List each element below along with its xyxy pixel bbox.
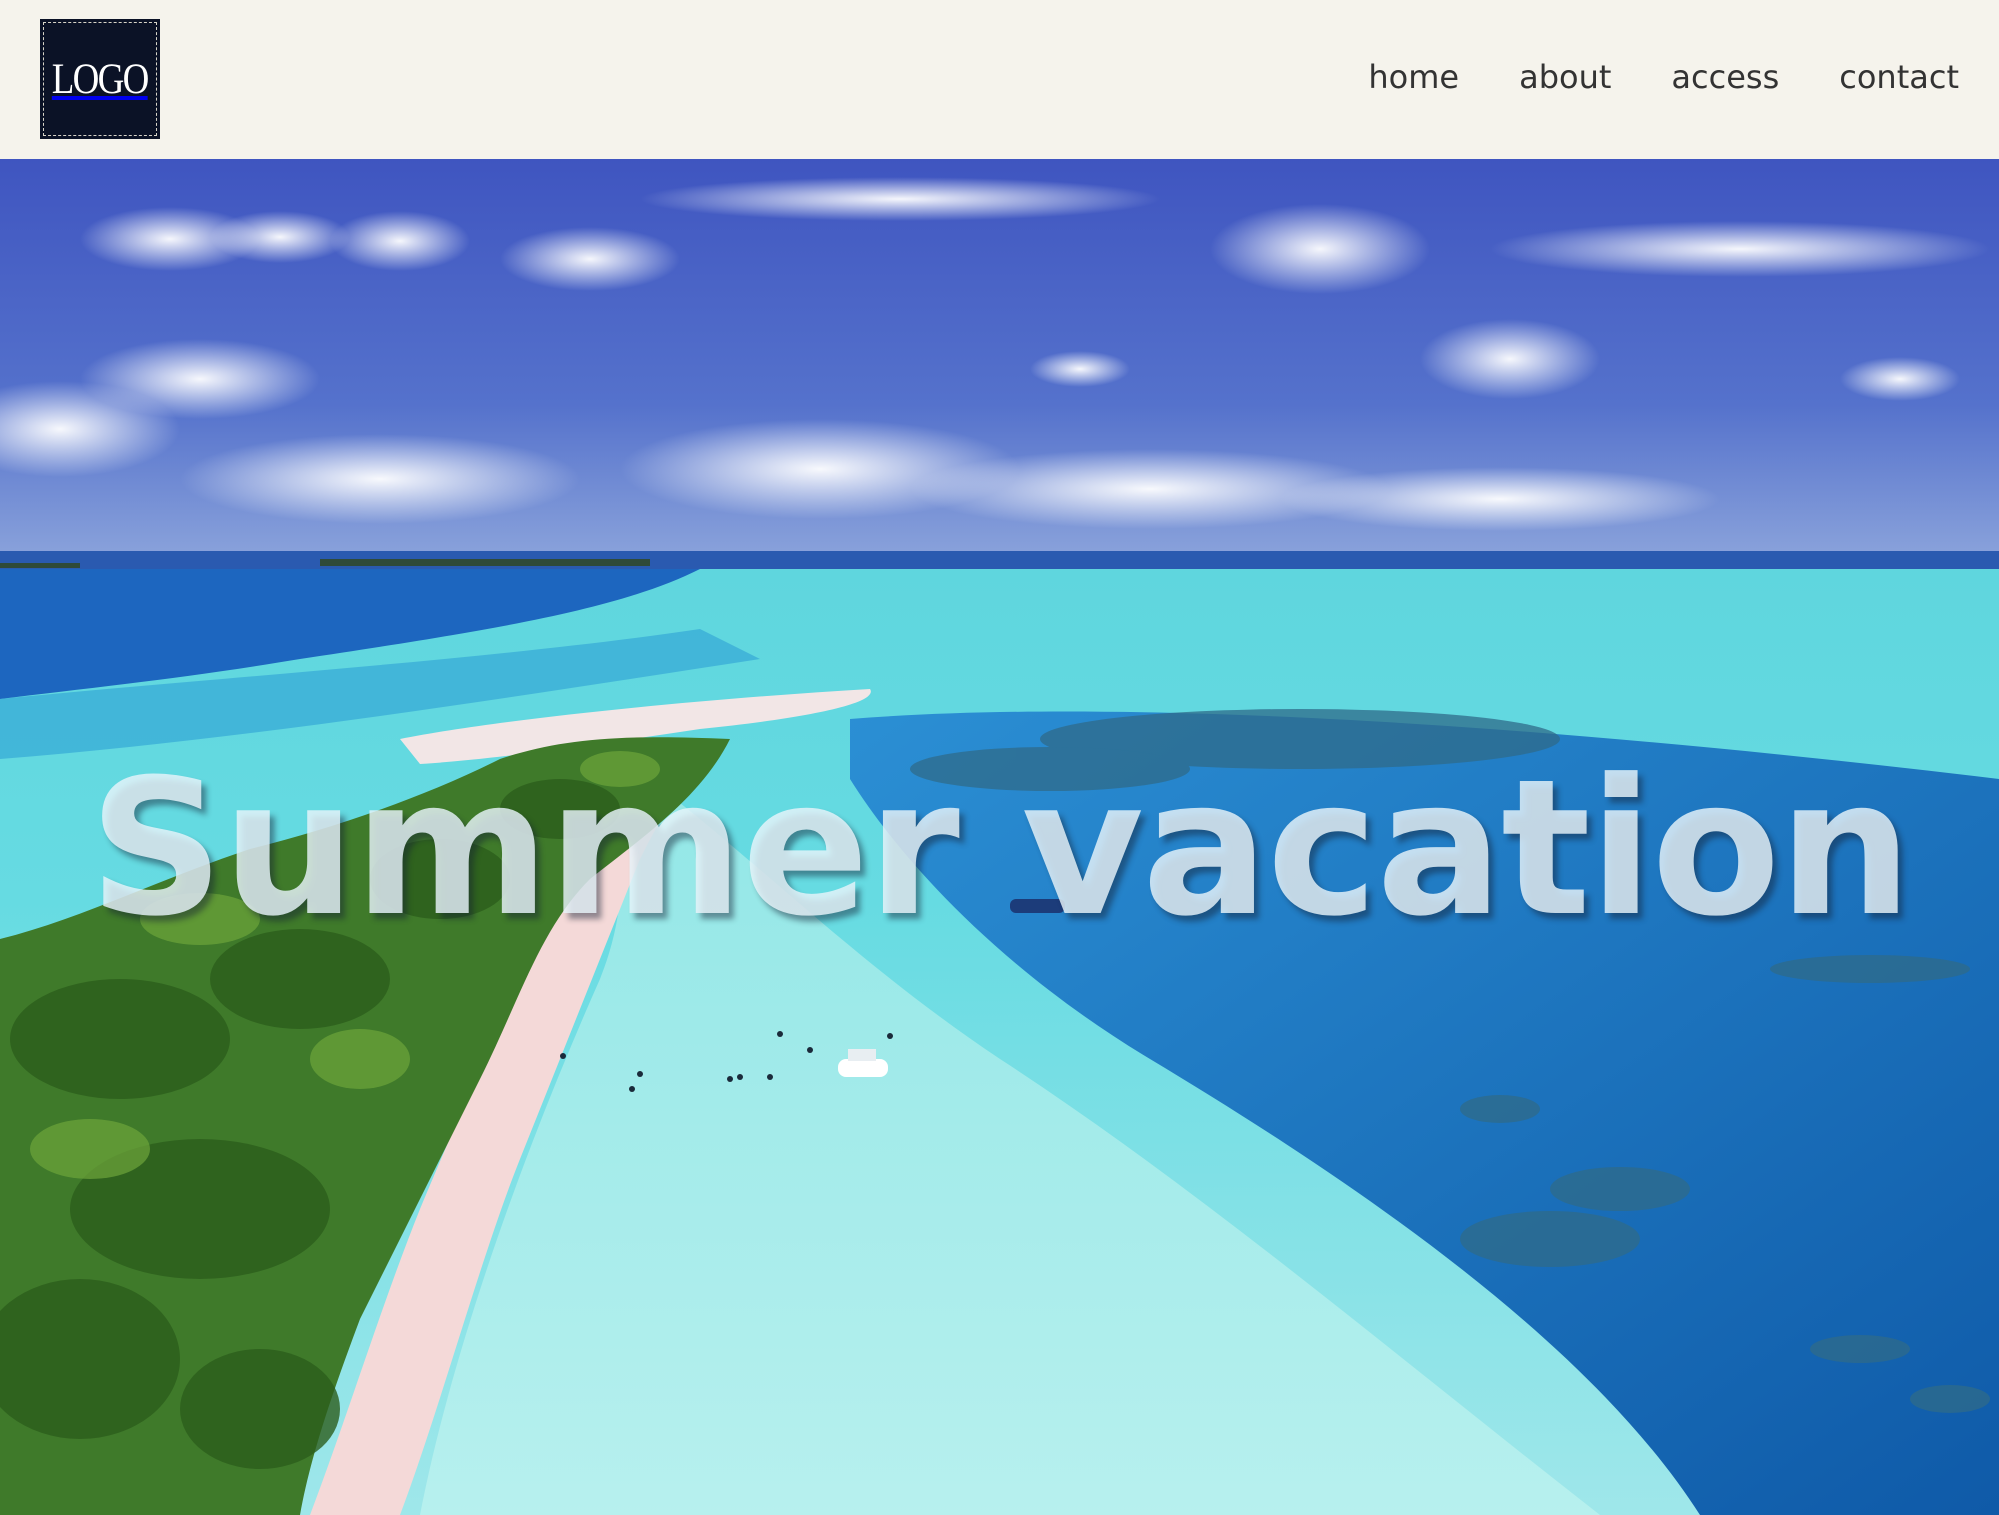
nav-link-home[interactable]: home: [1368, 52, 1459, 102]
hero-image: [0, 159, 1999, 1515]
nav-link-contact[interactable]: contact: [1839, 52, 1959, 102]
nav-link-access[interactable]: access: [1671, 52, 1779, 102]
logo-text: LOGO: [52, 55, 150, 103]
hero-section: Summer vacation: [0, 159, 1999, 1515]
site-logo[interactable]: LOGO: [40, 19, 160, 139]
nav-link-about[interactable]: about: [1519, 52, 1611, 102]
main-nav: home about access contact: [1368, 52, 1959, 102]
site-header: LOGO home about access contact: [0, 0, 1999, 159]
